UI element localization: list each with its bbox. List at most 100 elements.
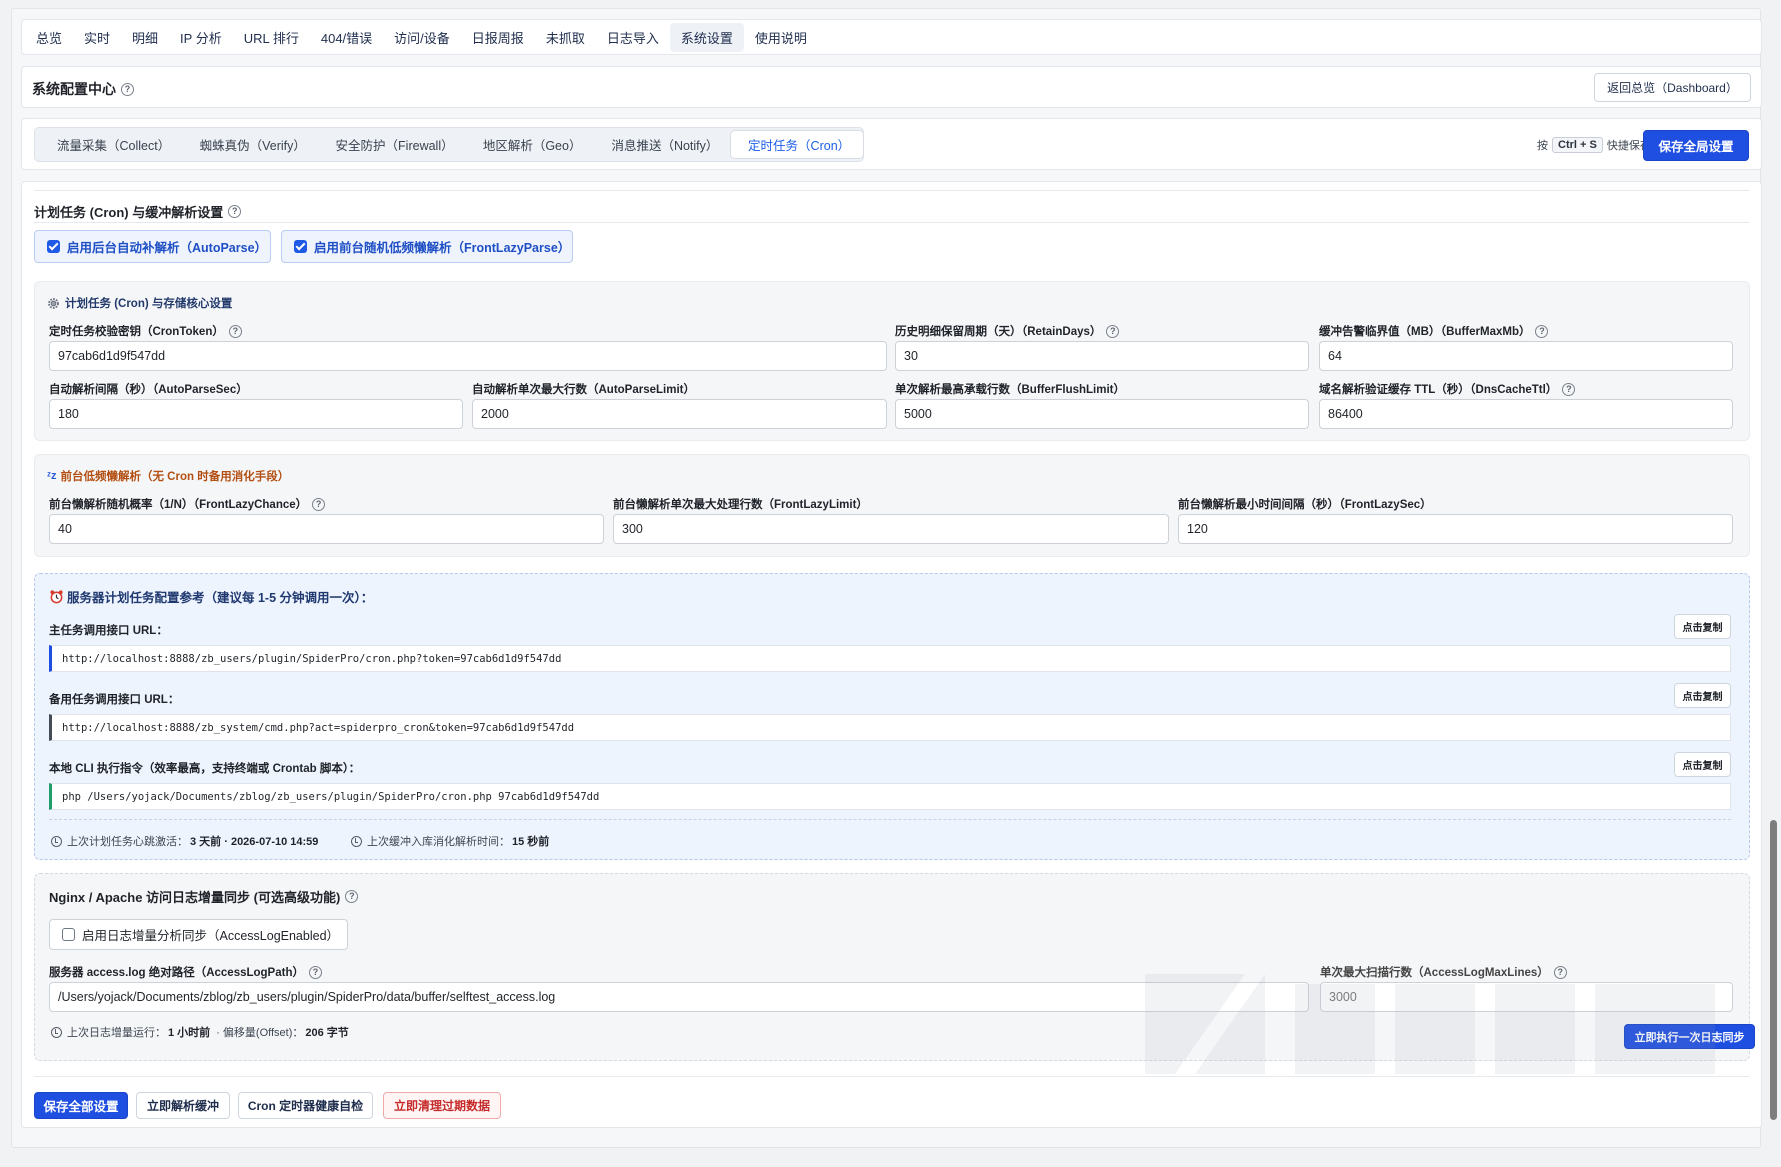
settings-tabs-card: 流量采集（Collect） 蜘蛛真伪（Verify） 安全防护（Firewall）地… xyxy=(21,118,1762,170)
shortcut-hint: 按 Ctrl + S 快捷保存 xyxy=(1537,137,1651,153)
core-panel-title-text: 计划任务 (Cron) 与存储核心设置 xyxy=(65,298,233,310)
hint-prefix: 按 xyxy=(1537,140,1548,152)
back-to-dashboard-button[interactable]: 返回总览（Dashboard） xyxy=(1594,73,1751,102)
parse-buffer-button[interactable]: 立即解析缓冲 xyxy=(136,1092,230,1119)
nav-item[interactable]: URL 排行 xyxy=(233,23,310,52)
dns-ttl-input[interactable]: 86400 xyxy=(1319,399,1733,429)
save-global-settings-button[interactable]: 保存全局设置 xyxy=(1643,130,1749,161)
autoparse-limit-input[interactable]: 2000 xyxy=(472,399,887,429)
lazy-sec-input[interactable]: 120 xyxy=(1178,514,1733,544)
nav-item[interactable]: 使用说明 xyxy=(744,23,818,52)
frontlazy-checkbox[interactable]: 启用前台随机低频懒解析（FrontLazyParse） xyxy=(281,230,573,263)
lazy-panel-title: ᶻz 前台低频懒解析（无 Cron 时备用消化手段） xyxy=(47,468,289,484)
purge-expired-button[interactable]: 立即清理过期数据 xyxy=(383,1092,501,1119)
flush-value: 15 秒前 xyxy=(512,836,550,848)
main-url-code[interactable]: http://localhost:8888/zb_users/plugin/Sp… xyxy=(49,645,1731,672)
settings-tab[interactable]: 安全防护（Firewall） xyxy=(319,131,466,158)
checkbox-checked-icon[interactable] xyxy=(47,240,60,253)
help-icon[interactable]: ? xyxy=(1553,965,1567,979)
checkbox-unchecked-icon[interactable] xyxy=(62,928,75,941)
settings-tab[interactable]: 定时任务（Cron） xyxy=(731,131,863,158)
lazy-chance-input[interactable]: 40 xyxy=(49,514,604,544)
nav-item[interactable]: 实时 xyxy=(73,23,121,52)
offset-value: 206 字节 xyxy=(305,1027,349,1039)
config-header: 系统配置中心 ? 返回总览（Dashboard） xyxy=(21,66,1762,108)
save-all-button[interactable]: 保存全部设置 xyxy=(34,1092,128,1119)
nav-item[interactable]: 明细 xyxy=(121,23,169,52)
help-icon[interactable]: ? xyxy=(308,965,322,979)
nav-item[interactable]: 404/错误 xyxy=(310,23,383,52)
autoparse-sec-input[interactable]: 180 xyxy=(49,399,463,429)
help-icon[interactable]: ? xyxy=(1535,324,1549,338)
last-run-value: 1 小时前 xyxy=(168,1027,211,1039)
access-log-title: Nginx / Apache 访问日志增量同步 (可选高级功能) ? xyxy=(49,887,359,906)
access-log-status: 上次日志增量运行： 1 小时前 · 偏移量(Offset)： 206 字节 xyxy=(51,1024,349,1040)
help-icon[interactable]: ? xyxy=(1562,382,1576,396)
alarm-clock-icon xyxy=(50,590,63,604)
flush-status: 上次缓冲入库消化解析时间： 15 秒前 xyxy=(351,833,549,849)
help-icon[interactable]: ? xyxy=(121,82,134,96)
run-log-sync-button[interactable]: 立即执行一次日志同步 xyxy=(1624,1024,1755,1049)
divider xyxy=(34,1076,1749,1077)
cli-label: 本地 CLI 执行指令（效率最高，支持终端或 Crontab 脚本）： xyxy=(49,763,361,775)
reference-title-text: 服务器计划任务配置参考（建议每 1-5 分钟调用一次）： xyxy=(67,591,374,605)
retain-days-label: 历史明细保留周期（天）（RetainDays） ? xyxy=(895,323,1120,339)
copy-main-url-button[interactable]: 点击复制 xyxy=(1674,614,1731,639)
divider xyxy=(34,190,1749,191)
top-nav: 总览 实时 明细 IP 分析 URL 排行 404/错误 访问/设备 日报周报 未抓取 日志导入系… xyxy=(21,19,1762,55)
help-icon[interactable]: ? xyxy=(228,205,242,218)
buffer-max-input[interactable]: 64 xyxy=(1319,341,1733,371)
copy-cli-button[interactable]: 点击复制 xyxy=(1674,752,1731,777)
settings-tab[interactable]: 消息推送（Notify） xyxy=(594,131,731,158)
settings-tab[interactable]: 流量采集（Collect） xyxy=(40,131,183,158)
access-log-lines-label: 单次最大扫描行数（AccessLogMaxLines） ? xyxy=(1320,964,1567,980)
help-icon[interactable]: ? xyxy=(312,497,326,511)
cron-health-check-button[interactable]: Cron 定时器健康自检 xyxy=(238,1092,373,1119)
sleep-icon: ᶻz xyxy=(47,470,57,482)
lazy-limit-input[interactable]: 300 xyxy=(613,514,1169,544)
cron-core-panel: 计划任务 (Cron) 与存储核心设置 定时任务校验密钥（CronToken） … xyxy=(34,281,1750,441)
access-log-path-input[interactable]: /Users/yojack/Documents/zblog/zb_users/p… xyxy=(49,982,1309,1012)
nav-item[interactable]: 总览 xyxy=(25,23,73,52)
checkbox-checked-icon[interactable] xyxy=(294,240,307,253)
nav-item[interactable]: 访问/设备 xyxy=(383,23,461,52)
heartbeat-status: 上次计划任务心跳激活： 3 天前 · 2026-07-10 14:59 xyxy=(51,833,318,849)
nav-item[interactable]: IP 分析 xyxy=(169,23,233,52)
heartbeat-value: 3 天前 · 2026-07-10 14:59 xyxy=(190,836,319,848)
main-url-label: 主任务调用接口 URL： xyxy=(49,625,168,637)
cron-token-input[interactable]: 97cab6d1d9f547dd xyxy=(49,341,887,371)
page-title: 系统配置中心 ? xyxy=(32,79,134,99)
access-log-enable-checkbox[interactable]: 启用日志增量分析同步（AccessLogEnabled） xyxy=(49,919,348,950)
backup-url-code[interactable]: http://localhost:8888/zb_system/cmd.php?… xyxy=(49,714,1731,741)
help-icon[interactable]: ? xyxy=(228,324,242,338)
nav-item[interactable]: 日志导入 xyxy=(596,23,670,52)
lazy-sec-label: 前台懒解析最小时间间隔（秒）（FrontLazySec） xyxy=(1178,499,1432,511)
nav-item[interactable]: 未抓取 xyxy=(535,23,596,52)
retain-days-input[interactable]: 30 xyxy=(895,341,1309,371)
lazy-limit-label: 前台懒解析单次最大处理行数（FrontLazyLimit） xyxy=(613,499,868,511)
cron-settings-card: 计划任务 (Cron) 与缓冲解析设置 ? 启用后台自动补解析（AutoPars… xyxy=(21,181,1762,1128)
stopwatch-icon xyxy=(351,835,362,847)
autoparse-checkbox[interactable]: 启用后台自动补解析（AutoParse） xyxy=(34,230,271,263)
backup-url-label: 备用任务调用接口 URL： xyxy=(49,694,180,706)
dns-ttl-label: 域名解析验证缓存 TTL（秒）（DnsCacheTtl） ? xyxy=(1319,381,1576,397)
page-title-text: 系统配置中心 xyxy=(32,81,116,97)
shortcut-key: Ctrl + S xyxy=(1552,137,1603,153)
access-log-lines-input[interactable]: 3000 xyxy=(1320,982,1733,1012)
help-icon[interactable]: ? xyxy=(1106,324,1120,338)
frontlazy-label: 启用前台随机低频懒解析（FrontLazyParse） xyxy=(314,241,571,255)
nav-item[interactable]: 系统设置 xyxy=(669,22,744,52)
copy-backup-url-button[interactable]: 点击复制 xyxy=(1674,683,1731,708)
settings-tab[interactable]: 蜘蛛真伪（Verify） xyxy=(183,131,319,158)
access-log-path-label: 服务器 access.log 绝对路径（AccessLogPath） ? xyxy=(49,964,322,980)
access-log-sync-box: Nginx / Apache 访问日志增量同步 (可选高级功能) ? 启用日志增… xyxy=(34,873,1755,1061)
page-scrollbar[interactable] xyxy=(1770,820,1777,1120)
core-panel-title: 计划任务 (Cron) 与存储核心设置 xyxy=(47,295,232,311)
flush-limit-label: 单次解析最高承载行数（BufferFlushLimit） xyxy=(895,384,1125,396)
nav-item[interactable]: 日报周报 xyxy=(461,23,535,52)
settings-tab[interactable]: 地区解析（Geo） xyxy=(466,131,595,158)
autoparse-label: 启用后台自动补解析（AutoParse） xyxy=(67,241,268,255)
flush-limit-input[interactable]: 5000 xyxy=(895,399,1309,429)
cli-code[interactable]: php /Users/yojack/Documents/zblog/zb_use… xyxy=(49,783,1731,810)
help-icon[interactable]: ? xyxy=(345,890,359,903)
